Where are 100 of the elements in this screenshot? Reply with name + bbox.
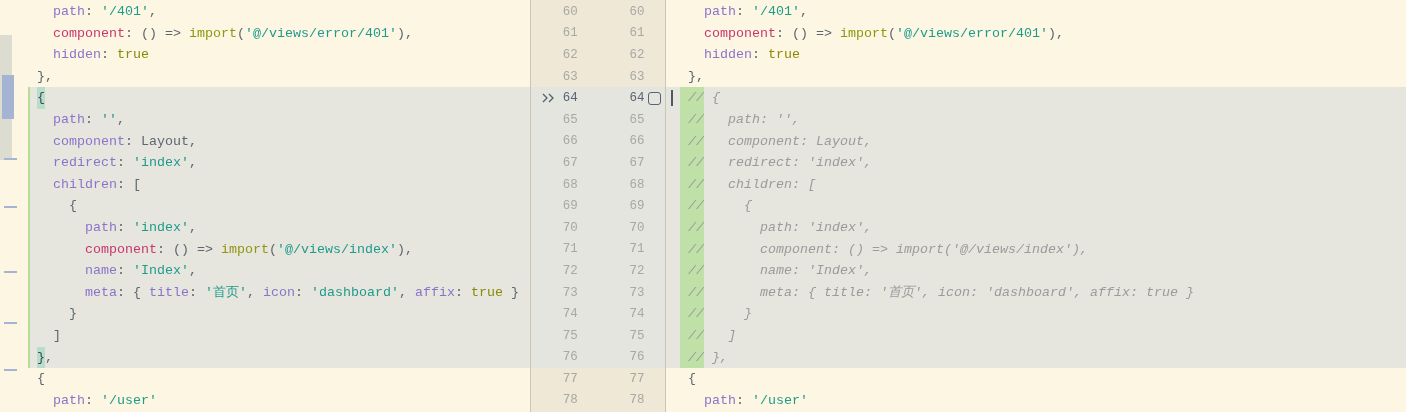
line-number: 71 — [561, 242, 578, 257]
apply-change-icon[interactable] — [542, 93, 556, 104]
comment-marker: // — [680, 238, 704, 261]
line-number: 75 — [561, 328, 578, 343]
function-name: import — [221, 240, 269, 259]
line-number: 78 — [561, 393, 578, 408]
property-key: component — [688, 22, 776, 45]
code-text: : — [101, 46, 110, 65]
commented-code: name: 'Index', — [759, 262, 872, 281]
code-text: }, — [688, 67, 704, 86]
line-number: 68 — [561, 177, 578, 192]
line-number: 69 — [561, 199, 578, 214]
code-text: }, — [37, 67, 53, 86]
code-text: , — [117, 110, 125, 129]
property-key: path — [688, 1, 736, 23]
property-key: component — [37, 22, 125, 45]
matched-brace: } — [37, 346, 45, 369]
commented-code: path: '', — [727, 110, 800, 129]
line-number: 71 — [628, 242, 645, 257]
comment-marker: // — [680, 108, 704, 131]
line-number: 70 — [561, 220, 578, 235]
code-text: : — [85, 3, 94, 21]
line-number: 70 — [628, 220, 645, 235]
code-text: : — [117, 262, 126, 281]
comment-marker: // — [680, 281, 704, 304]
code-text: : — [85, 391, 94, 410]
code-text: ( — [269, 240, 277, 259]
line-number: 67 — [561, 155, 578, 170]
function-name: import — [189, 24, 237, 43]
commented-code: redirect: 'index', — [727, 154, 872, 173]
code-text: : — [752, 46, 761, 65]
line-number: 74 — [628, 307, 645, 322]
checkbox[interactable] — [648, 91, 662, 105]
line-number: 60 — [561, 4, 578, 19]
code-text: : () => — [776, 24, 833, 43]
code-text: : — [117, 154, 126, 173]
line-number: 61 — [561, 26, 578, 41]
string-literal: '@/views/error/401' — [245, 24, 397, 43]
commented-code: meta: { title: '首页', icon: 'dashboard', affix: true } — [759, 283, 1194, 302]
property-key: children — [37, 173, 117, 196]
code-text: : () => — [125, 24, 182, 43]
code-text: , — [189, 218, 197, 237]
line-number: 64 — [628, 91, 645, 106]
string-literal: 'dashboard' — [311, 283, 399, 302]
code-text: , — [398, 283, 408, 302]
commented-code: children: [ — [727, 175, 816, 194]
code-text: : — [117, 218, 126, 237]
property-key: path — [37, 216, 117, 239]
comment-marker: // — [680, 87, 704, 109]
string-literal: '/401' — [752, 3, 800, 21]
line-number: 68 — [628, 177, 645, 192]
commented-code: { — [743, 197, 752, 216]
string-literal: 'index' — [133, 154, 189, 173]
line-number: 61 — [628, 26, 645, 41]
code-text: , — [189, 154, 197, 173]
string-literal: 'index' — [133, 218, 189, 237]
line-number: 69 — [628, 199, 645, 214]
property-key: meta — [37, 281, 117, 304]
code-text: , — [149, 3, 157, 21]
line-number: 64 — [561, 91, 578, 106]
code-text: ), — [396, 240, 413, 259]
commented-code: ] — [727, 326, 736, 345]
boolean-literal: true — [470, 283, 503, 302]
line-number: 60 — [628, 4, 645, 19]
boolean-literal: true — [117, 46, 149, 65]
code-text: : — [189, 283, 198, 302]
comment-marker: // — [680, 195, 704, 217]
line-number: 63 — [561, 69, 578, 84]
text-caret — [671, 90, 673, 107]
commented-code: component: Layout, — [727, 132, 872, 151]
string-literal: '/user' — [752, 391, 808, 410]
comment-marker: // — [680, 216, 704, 239]
string-literal: '@/views/error/401' — [896, 24, 1048, 43]
commented-code: component: () => import('@/views/index'), — [759, 240, 1088, 259]
property-key: hidden — [688, 44, 752, 66]
line-number: 76 — [561, 350, 578, 365]
property-key: affix — [414, 281, 455, 304]
line-number: 78 — [628, 393, 645, 408]
comment-marker: // — [680, 303, 704, 325]
property-key: title — [149, 281, 189, 304]
line-number: 76 — [628, 350, 645, 365]
line-number: 73 — [628, 285, 645, 300]
function-name: import — [840, 24, 888, 43]
commented-code: { — [711, 89, 720, 108]
line-number: 72 — [561, 263, 578, 278]
property-key: component — [37, 238, 157, 261]
property-key: redirect — [37, 152, 117, 174]
string-literal: '/401' — [101, 3, 149, 21]
code-text: : — [85, 110, 94, 129]
line-number: 65 — [628, 112, 645, 127]
code-text: } — [509, 283, 519, 302]
line-number: 73 — [561, 285, 578, 300]
code-text: : — [295, 283, 304, 302]
commented-code: }, — [711, 348, 728, 367]
boolean-literal: true — [768, 46, 800, 65]
comment-marker: // — [680, 324, 704, 347]
line-number: 62 — [628, 48, 645, 62]
property-key: icon — [263, 281, 295, 304]
string-literal: '首页' — [205, 283, 247, 302]
line-number: 66 — [628, 134, 645, 149]
